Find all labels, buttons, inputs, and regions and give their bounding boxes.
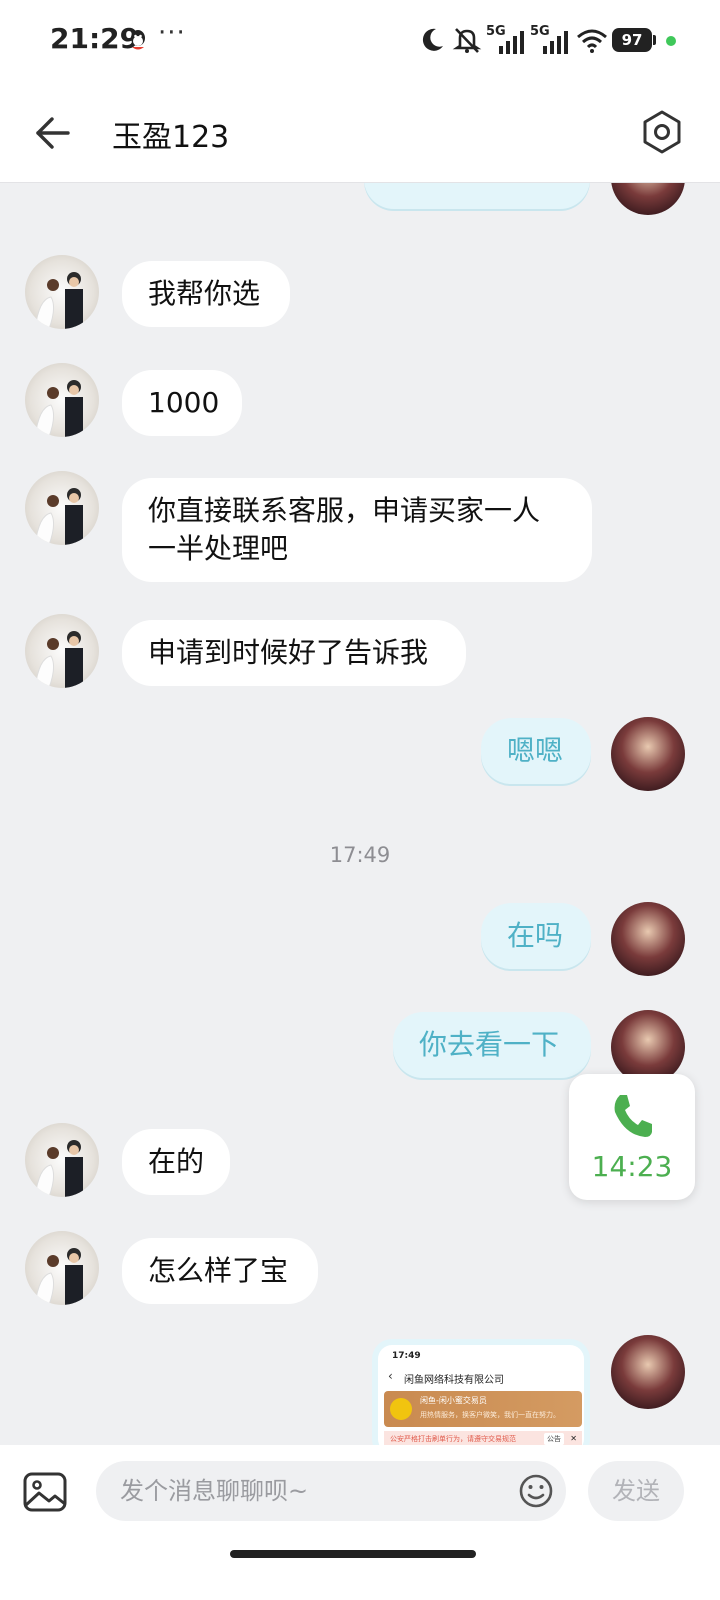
signal-icon bbox=[499, 31, 524, 54]
message-text: 在的 bbox=[148, 1145, 205, 1178]
avatar-photo bbox=[34, 488, 83, 545]
message-bubble-outgoing[interactable]: 嗯嗯 bbox=[481, 718, 591, 784]
message-text: 你直接联系客服，申请买家一人一半处理吧 bbox=[148, 494, 541, 565]
message-text: 我帮你选 bbox=[148, 277, 261, 310]
ongoing-call-widget[interactable]: 14:23 bbox=[569, 1074, 695, 1200]
bell-muted-icon bbox=[452, 28, 482, 53]
message-text: 在吗 bbox=[507, 919, 564, 952]
battery-level: 97 bbox=[621, 31, 643, 49]
status-bar: 21:29 ··· 5G 5G 97 bbox=[0, 0, 720, 84]
message-bubble-incoming[interactable]: 在的 bbox=[122, 1129, 230, 1195]
image-message-preview: 17:49 ‹ 闲鱼网络科技有限公司 闲鱼-闲小蜜交易员 用热情服务，换客户微笑… bbox=[378, 1345, 584, 1445]
avatar-photo bbox=[34, 631, 83, 688]
message-bubble-outgoing[interactable]: 你去看一下 bbox=[393, 1012, 591, 1078]
message-text: 申请到时候好了告诉我 bbox=[148, 636, 429, 669]
call-duration: 14:23 bbox=[591, 1150, 673, 1183]
avatar-photo bbox=[34, 1248, 83, 1305]
status-icons: 5G 5G 97 bbox=[420, 24, 682, 56]
moon-icon bbox=[422, 28, 443, 51]
my-avatar[interactable] bbox=[611, 717, 685, 791]
message-text: 怎么样了宝 bbox=[148, 1254, 289, 1287]
home-indicator[interactable] bbox=[230, 1550, 476, 1558]
message-bubble-incoming[interactable]: 1000 bbox=[122, 370, 242, 436]
message-text: 你去看一下 bbox=[419, 1028, 560, 1061]
preview-agent-banner: 闲鱼-闲小蜜交易员 用热情服务，换客户微笑，我们一直在努力。 bbox=[384, 1391, 582, 1427]
message-text: 嗯嗯 bbox=[507, 734, 564, 767]
hexagon-settings-icon[interactable] bbox=[640, 108, 684, 156]
phone-icon bbox=[614, 1095, 652, 1137]
more-dots-icon: ··· bbox=[158, 18, 186, 48]
contact-avatar[interactable] bbox=[25, 1123, 99, 1197]
preview-notice-bar: 公安严格打击刷单行为，请遵守交易规范 公告 ✕ bbox=[384, 1431, 582, 1445]
message-bubble-incoming[interactable]: 我帮你选 bbox=[122, 261, 290, 327]
message-list[interactable]: … 我帮你选 1000 你直接联系客服，申请买家一人一半处理吧 bbox=[0, 183, 720, 1445]
my-avatar[interactable] bbox=[611, 1010, 685, 1084]
contact-avatar[interactable] bbox=[25, 614, 99, 688]
compose-bar: 发送 bbox=[0, 1445, 720, 1600]
battery-tip bbox=[653, 35, 656, 45]
send-button[interactable]: 发送 bbox=[588, 1461, 684, 1521]
contact-avatar[interactable] bbox=[25, 363, 99, 437]
image-message[interactable]: 17:49 ‹ 闲鱼网络科技有限公司 闲鱼-闲小蜜交易员 用热情服务，换客户微笑… bbox=[372, 1339, 590, 1445]
message-bubble-incoming[interactable]: 你直接联系客服，申请买家一人一半处理吧 bbox=[122, 478, 592, 582]
preview-back-icon: ‹ bbox=[388, 1369, 393, 1383]
contact-avatar[interactable] bbox=[25, 1231, 99, 1305]
battery-icon: 97 bbox=[612, 28, 652, 52]
signal-icon-2 bbox=[543, 31, 568, 54]
avatar-photo bbox=[34, 380, 83, 437]
qq-icon bbox=[131, 30, 145, 50]
my-avatar[interactable] bbox=[611, 183, 685, 215]
preview-agent-slogan: 用热情服务，换客户微笑，我们一直在努力。 bbox=[420, 1411, 560, 1419]
preview-title: 闲鱼网络科技有限公司 bbox=[404, 1375, 504, 1386]
privacy-indicator-dot bbox=[666, 36, 676, 46]
avatar-photo bbox=[34, 1140, 83, 1197]
chat-title: 玉盈123 bbox=[112, 120, 230, 155]
arrow-left-icon[interactable] bbox=[30, 110, 76, 156]
preview-notice-text: 公安严格打击刷单行为，请遵守交易规范 bbox=[390, 1435, 516, 1443]
image-icon[interactable] bbox=[22, 1471, 68, 1513]
my-avatar[interactable] bbox=[611, 1335, 685, 1409]
preview-close-icon: ✕ bbox=[570, 1434, 577, 1443]
my-avatar[interactable] bbox=[611, 902, 685, 976]
contact-avatar[interactable] bbox=[25, 255, 99, 329]
avatar-photo bbox=[34, 272, 83, 329]
preview-agent-avatar bbox=[390, 1398, 412, 1420]
message-bubble-outgoing[interactable]: 在吗 bbox=[481, 903, 591, 969]
preview-status-time: 17:49 bbox=[392, 1351, 421, 1361]
message-input[interactable] bbox=[96, 1461, 566, 1521]
preview-notice-tag: 公告 bbox=[544, 1433, 564, 1445]
message-bubble-incoming[interactable]: 申请到时候好了告诉我 bbox=[122, 620, 466, 686]
wifi-icon bbox=[577, 29, 607, 53]
message-bubble-outgoing[interactable]: … bbox=[364, 183, 590, 209]
message-text: 1000 bbox=[148, 386, 220, 419]
time-divider: 17:49 bbox=[329, 843, 391, 867]
message-bubble-incoming[interactable]: 怎么样了宝 bbox=[122, 1238, 318, 1304]
contact-avatar[interactable] bbox=[25, 471, 99, 545]
emoji-icon[interactable] bbox=[518, 1473, 554, 1509]
chat-header: 玉盈123 bbox=[0, 84, 720, 183]
preview-agent-name: 闲鱼-闲小蜜交易员 bbox=[420, 1396, 487, 1405]
